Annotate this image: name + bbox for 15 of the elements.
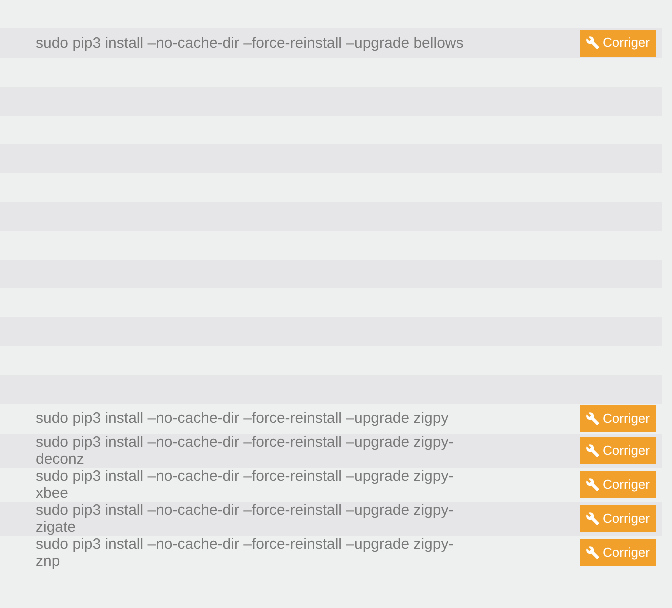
wrench-icon [586,36,600,50]
wrench-icon [586,478,600,492]
wrench-icon [586,546,600,560]
fix-button[interactable]: Corriger [580,471,656,498]
fix-button[interactable]: Corriger [580,539,656,566]
wrench-icon [586,444,600,458]
fix-button[interactable]: Corriger [580,505,656,532]
fix-button[interactable]: Corriger [580,405,656,432]
command-text: sudo pip3 install –no-cache-dir –force-reinstall –upgrade zigpy-znp [36,536,455,570]
fix-button[interactable]: Corriger [580,30,656,56]
command-text: sudo pip3 install –no-cache-dir –force-reinstall –upgrade bellows [36,34,465,52]
wrench-icon [586,512,600,526]
command-text: sudo pip3 install –no-cache-dir –force-reinstall –upgrade zigpy [36,410,450,428]
wrench-icon [586,412,600,426]
fix-button[interactable]: Corriger [580,437,656,464]
